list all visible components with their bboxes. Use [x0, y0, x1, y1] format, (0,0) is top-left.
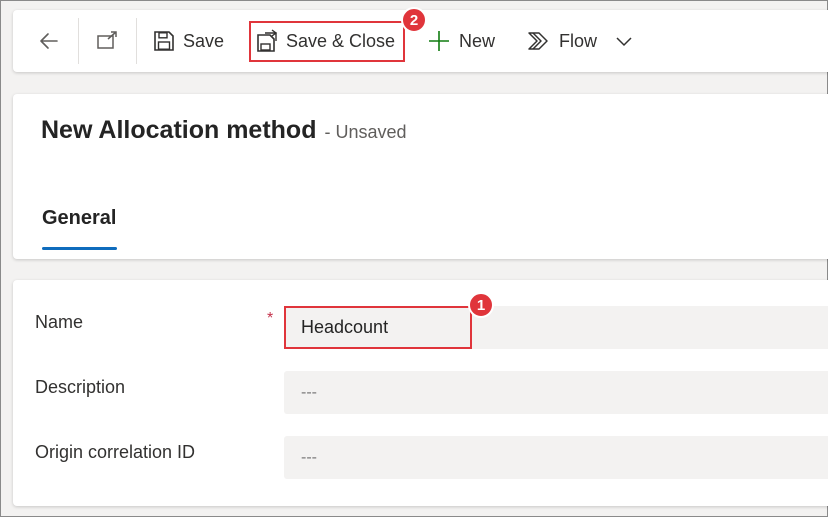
description-field[interactable]: ---	[284, 371, 828, 414]
flow-dropdown-button[interactable]	[614, 10, 634, 72]
save-label: Save	[183, 30, 225, 51]
new-button[interactable]: New	[427, 10, 495, 72]
toolbar-divider	[78, 18, 79, 64]
new-label: New	[459, 30, 496, 51]
origin-correlation-id-label: Origin correlation ID	[35, 442, 196, 462]
toolbar-divider	[136, 18, 137, 64]
page-title: New Allocation method - Unsaved	[41, 116, 407, 145]
flow-icon	[528, 32, 548, 50]
origin-correlation-id-field[interactable]: ---	[284, 436, 828, 479]
open-in-new-window-icon	[97, 31, 117, 49]
annotation-badge-2: 2	[401, 7, 427, 33]
record-header: New Allocation method - Unsaved General	[13, 94, 828, 259]
description-label: Description	[35, 377, 126, 397]
flow-button[interactable]: Flow	[527, 10, 597, 72]
back-button[interactable]	[37, 10, 61, 72]
save-status: - Unsaved	[324, 122, 407, 142]
app-window: Save Save & Close New Flow 2 New Allocat…	[0, 0, 828, 517]
open-in-new-window-button[interactable]	[95, 10, 119, 72]
required-indicator: *	[267, 310, 274, 327]
back-arrow-icon	[40, 33, 58, 49]
save-disk-icon	[154, 31, 174, 51]
tab-general[interactable]: General	[42, 207, 116, 230]
record-title: New Allocation method	[41, 116, 317, 144]
save-button[interactable]: Save	[153, 10, 224, 72]
name-field-highlight	[284, 306, 472, 349]
annotation-badge-1: 1	[468, 292, 494, 318]
chevron-down-icon	[616, 37, 632, 47]
plus-icon	[429, 31, 449, 51]
flow-label: Flow	[559, 30, 598, 51]
save-and-close-highlight	[249, 21, 405, 62]
name-label: Name	[35, 312, 84, 332]
tab-selected-indicator	[42, 247, 117, 250]
